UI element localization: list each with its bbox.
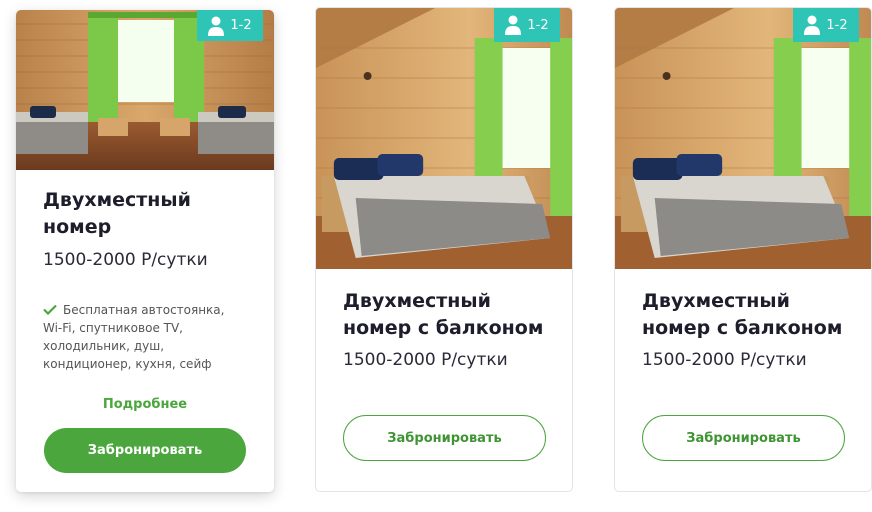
capacity-text: 1-2 bbox=[826, 17, 848, 33]
capacity-text: 1-2 bbox=[230, 18, 252, 33]
room-price: 1500-2000 Р/сутки bbox=[43, 250, 208, 270]
amenities-line: холодильник, душ, bbox=[43, 339, 165, 353]
room-photo-double[interactable]: 1-2 bbox=[615, 8, 871, 269]
book-button[interactable]: Забронировать bbox=[642, 415, 845, 461]
details-link[interactable]: Подробнее bbox=[43, 397, 247, 412]
person-icon bbox=[804, 15, 821, 35]
room-image bbox=[615, 8, 871, 269]
capacity-text: 1-2 bbox=[527, 17, 549, 33]
amenities-line: кондиционер, кухня, сейф bbox=[43, 357, 212, 371]
room-card-1: 1-2 Двухместный номер 1500-2000 Р/сутки … bbox=[16, 10, 274, 492]
capacity-badge: 1-2 bbox=[494, 8, 560, 42]
room-image bbox=[316, 8, 572, 269]
check-icon bbox=[43, 304, 57, 315]
room-title: Двухместный номер с балконом bbox=[343, 290, 544, 339]
person-icon bbox=[208, 16, 225, 36]
room-photo-twin[interactable]: 1-2 bbox=[16, 10, 274, 170]
capacity-badge: 1-2 bbox=[197, 10, 263, 41]
capacity-badge: 1-2 bbox=[793, 8, 859, 42]
room-card-2: 1-2 Двухместный номер с балконом 1500-20… bbox=[315, 7, 573, 492]
room-title: Двухместный номер bbox=[43, 189, 191, 238]
person-icon bbox=[505, 15, 522, 35]
room-card-3: 1-2 Двухместный номер с балконом 1500-20… bbox=[614, 7, 872, 492]
room-price: 1500-2000 Р/сутки bbox=[642, 350, 807, 370]
amenities-list: Бесплатная автостоянка, Wi-Fi, спутников… bbox=[43, 301, 247, 373]
room-photo-double[interactable]: 1-2 bbox=[316, 8, 572, 269]
amenities-line: Бесплатная автостоянка, bbox=[63, 303, 225, 317]
room-title: Двухместный номер с балконом bbox=[642, 290, 843, 339]
amenities-line: Wi-Fi, спутниковое TV, bbox=[43, 321, 183, 335]
book-button[interactable]: Забронировать bbox=[343, 415, 546, 461]
book-button[interactable]: Забронировать bbox=[44, 428, 246, 473]
room-price: 1500-2000 Р/сутки bbox=[343, 350, 508, 370]
